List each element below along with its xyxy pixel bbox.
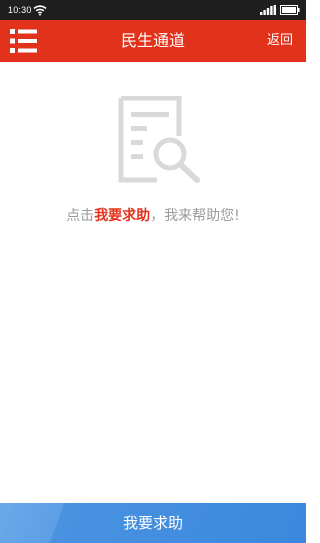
menu-button[interactable] [9,27,39,55]
help-request-button[interactable]: 我要求助 [0,503,306,543]
status-time: 10:30 [8,5,32,15]
page-title: 民生通道 [120,31,185,50]
document-search-icon [118,96,200,183]
menu-list-icon [10,29,37,53]
back-button[interactable]: 返回 [267,20,293,62]
signal-strength-icon [260,5,276,15]
message-suffix: ，我来帮助您! [150,208,240,224]
help-link[interactable]: 我要求助 [94,208,150,224]
help-request-button-label: 我要求助 [122,514,183,532]
message-prefix: 点击 [66,208,95,224]
app-header: 民生通道 返回 [0,20,306,62]
wifi-icon [33,5,47,16]
empty-state-message: 点击我要求助，我来帮助您! [0,206,306,226]
status-bar: 10:30 [0,0,306,20]
battery-icon [280,5,300,15]
